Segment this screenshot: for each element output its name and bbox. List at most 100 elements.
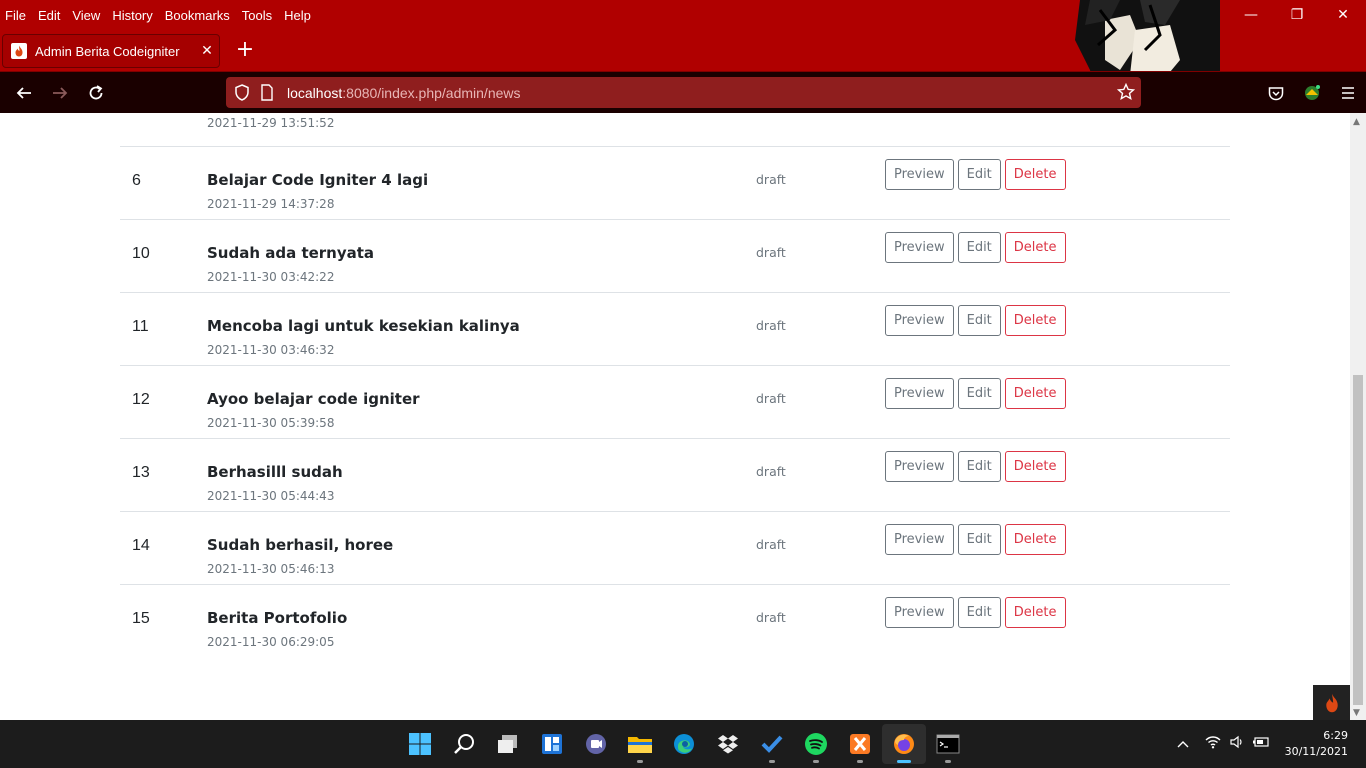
delete-button[interactable]: Delete	[1004, 232, 1066, 263]
xampp-button[interactable]	[838, 724, 882, 764]
start-button[interactable]	[398, 724, 442, 764]
menu-tools[interactable]: Tools	[242, 8, 272, 23]
table-row: 6 Belajar Code Igniter 4 lagi 2021-11-29…	[120, 146, 1230, 219]
news-date: 2021-11-30 06:29:05	[207, 635, 335, 649]
system-tray: 6:29 30/11/2021	[1171, 720, 1366, 768]
delete-button[interactable]: Delete	[1004, 378, 1066, 409]
tab-title: Admin Berita Codeigniter	[35, 43, 180, 59]
arrow-right-icon	[53, 87, 68, 99]
preview-button[interactable]: Preview	[885, 451, 954, 482]
address-bar[interactable]: localhost:8080/index.php/admin/news	[226, 77, 1141, 108]
news-date: 2021-11-30 05:44:43	[207, 489, 335, 503]
tab-close-icon[interactable]: ✕	[195, 43, 219, 59]
news-title: Mencoba lagi untuk kesekian kalinya	[207, 317, 520, 335]
page-scrollbar[interactable]: ▲ ▼	[1350, 113, 1366, 720]
reload-icon	[89, 85, 103, 100]
delete-button[interactable]: Delete	[1004, 597, 1066, 628]
menu-edit[interactable]: Edit	[38, 8, 60, 23]
hamburger-menu-icon[interactable]	[1330, 81, 1366, 105]
tracking-shield-icon[interactable]	[234, 84, 250, 101]
row-actions: Preview Edit Delete	[885, 159, 1070, 190]
terminal-button[interactable]	[926, 724, 970, 764]
tab-admin-berita[interactable]: Admin Berita Codeigniter ✕	[2, 34, 220, 68]
widgets-button[interactable]	[530, 724, 574, 764]
edit-button[interactable]: Edit	[957, 232, 1001, 263]
new-tab-button[interactable]: +	[232, 38, 258, 64]
preview-button[interactable]: Preview	[885, 378, 954, 409]
table-row: 11 Mencoba lagi untuk kesekian kalinya 2…	[120, 292, 1230, 365]
codeigniter-favicon-icon	[11, 43, 27, 59]
menu-file[interactable]: File	[5, 8, 26, 23]
edit-button[interactable]: Edit	[957, 451, 1001, 482]
menu-help[interactable]: Help	[284, 8, 311, 23]
url-path: :8080/index.php/admin/news	[342, 84, 521, 101]
edit-button[interactable]: Edit	[957, 159, 1001, 190]
preview-button[interactable]: Preview	[885, 232, 954, 263]
forward-button[interactable]	[48, 81, 72, 105]
chevron-up-icon[interactable]	[1171, 737, 1195, 752]
preview-button[interactable]: Preview	[885, 524, 954, 555]
news-date: 2021-11-30 05:46:13	[207, 562, 335, 576]
todo-button[interactable]	[750, 724, 794, 764]
delete-button[interactable]: Delete	[1004, 524, 1066, 555]
news-id: 12	[132, 391, 150, 408]
news-title: Sudah ada ternyata	[207, 244, 375, 262]
bookmark-star-icon[interactable]	[1117, 83, 1135, 101]
task-view-button[interactable]	[486, 724, 530, 764]
restore-button[interactable]: ❐	[1274, 0, 1320, 30]
delete-button[interactable]: Delete	[1004, 305, 1066, 336]
news-status: draft	[756, 610, 786, 625]
minimize-button[interactable]: —	[1228, 0, 1274, 30]
row-actions: Preview Edit Delete	[885, 524, 1070, 555]
table-row-partial: 2021-11-29 13:51:52	[120, 113, 1230, 146]
table-row: 10 Sudah ada ternyata 2021-11-30 03:42:2…	[120, 219, 1230, 292]
news-date: 2021-11-29 14:37:28	[207, 197, 335, 211]
navigation-toolbar: localhost:8080/index.php/admin/news	[0, 71, 1366, 113]
preview-button[interactable]: Preview	[885, 597, 954, 628]
edit-button[interactable]: Edit	[957, 524, 1001, 555]
row-actions: Preview Edit Delete	[885, 232, 1070, 263]
start-icon	[409, 733, 431, 755]
page-info-icon[interactable]	[260, 84, 274, 101]
file-explorer-button[interactable]	[618, 724, 662, 764]
running-indicator	[637, 760, 643, 763]
clock-time: 6:29	[1323, 729, 1348, 742]
extension-icon[interactable]	[1294, 81, 1330, 105]
edit-button[interactable]: Edit	[957, 305, 1001, 336]
volume-icon[interactable]	[1225, 735, 1249, 753]
dropbox-icon	[718, 735, 738, 754]
news-title: Ayoo belajar code igniter	[207, 390, 420, 408]
edge-button[interactable]	[662, 724, 706, 764]
battery-icon[interactable]	[1249, 736, 1273, 752]
scroll-up-icon[interactable]: ▲	[1353, 117, 1360, 127]
codeigniter-debug-toolbar-button[interactable]	[1313, 685, 1350, 720]
terminal-icon	[936, 734, 960, 754]
menu-bookmarks[interactable]: Bookmarks	[165, 8, 230, 23]
news-table: 2021-11-29 13:51:52 6 Belajar Code Ignit…	[120, 113, 1230, 657]
delete-button[interactable]: Delete	[1004, 159, 1066, 190]
firefox-button[interactable]	[882, 724, 926, 764]
scroll-thumb[interactable]	[1353, 375, 1363, 705]
preview-button[interactable]: Preview	[885, 159, 954, 190]
menu-history[interactable]: History	[112, 8, 152, 23]
menu-view[interactable]: View	[72, 8, 100, 23]
taskbar-clock[interactable]: 6:29 30/11/2021	[1285, 728, 1348, 760]
back-button[interactable]	[12, 81, 36, 105]
url-host: localhost	[287, 84, 343, 101]
edit-button[interactable]: Edit	[957, 597, 1001, 628]
search-button[interactable]	[442, 724, 486, 764]
preview-button[interactable]: Preview	[885, 305, 954, 336]
pocket-icon[interactable]	[1258, 81, 1294, 105]
spotify-button[interactable]	[794, 724, 838, 764]
teams-chat-button[interactable]	[574, 724, 618, 764]
row-actions: Preview Edit Delete	[885, 378, 1070, 409]
reload-button[interactable]	[84, 81, 108, 105]
delete-button[interactable]: Delete	[1004, 451, 1066, 482]
news-title: Belajar Code Igniter 4 lagi	[207, 171, 429, 189]
scroll-down-icon[interactable]: ▼	[1353, 708, 1360, 718]
news-title: Berita Portofolio	[207, 609, 348, 627]
wifi-icon[interactable]	[1201, 735, 1225, 753]
edit-button[interactable]: Edit	[957, 378, 1001, 409]
dropbox-button[interactable]	[706, 724, 750, 764]
close-window-button[interactable]: ✕	[1320, 0, 1366, 30]
